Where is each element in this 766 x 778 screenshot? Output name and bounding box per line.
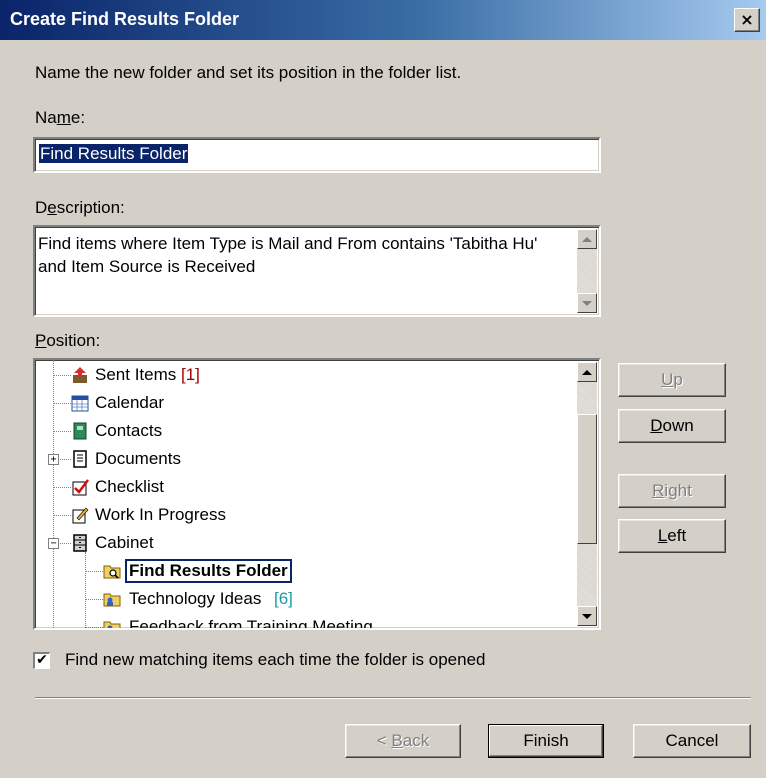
contacts-icon (73, 422, 87, 440)
tree-item-label: Documents (95, 449, 181, 468)
find-results-folder-icon (103, 565, 121, 579)
tree-item-documents[interactable]: + Documents (35, 445, 575, 473)
tree-item-sent-items[interactable]: Sent Items [1] (35, 361, 575, 389)
calendar-icon (71, 395, 89, 412)
name-input[interactable]: Find Results Folder (33, 137, 601, 173)
tree-item-feedback-from-training-meeting[interactable]: Feedback from Training Meeting (35, 613, 575, 630)
scroll-down-arrow-icon (582, 300, 592, 306)
shared-folder-icon (103, 621, 121, 628)
finish-button[interactable]: Finish (488, 724, 604, 758)
dialog-title: Create Find Results Folder (10, 9, 240, 29)
find-new-items-checkbox[interactable]: ✔ (33, 652, 50, 669)
work-in-progress-icon (72, 507, 89, 524)
tree-item-label-selected: Find Results Folder (125, 559, 292, 583)
description-scroll-down-button[interactable] (577, 293, 597, 313)
folder-tree[interactable]: Sent Items [1] Calendar Contacts + Docum… (33, 358, 601, 630)
close-button[interactable]: × (734, 8, 760, 32)
shared-folder-icon (103, 593, 121, 607)
position-label: Position: (35, 331, 101, 350)
tree-item-label: Feedback from Training Meeting (129, 617, 373, 630)
expand-icon[interactable]: + (48, 454, 59, 465)
tree-item-technology-ideas[interactable]: Technology Ideas [6] (35, 585, 575, 613)
move-down-button[interactable]: Down (618, 409, 726, 443)
description-textarea[interactable]: Find items where Item Type is Mail and F… (33, 225, 601, 317)
description-scroll-up-button[interactable] (577, 229, 597, 249)
description-label: Description: (35, 198, 125, 217)
cancel-button[interactable]: Cancel (633, 724, 751, 758)
tree-item-contacts[interactable]: Contacts (35, 417, 575, 445)
tree-scroll-up-button[interactable] (577, 362, 597, 382)
cabinet-icon (73, 534, 87, 552)
instruction-text: Name the new folder and set its position… (35, 63, 462, 82)
tree-item-label: Sent Items (95, 365, 177, 384)
find-new-items-label: Find new matching items each time the fo… (65, 650, 486, 669)
collapse-icon[interactable]: − (48, 538, 59, 549)
tree-item-work-in-progress[interactable]: Work In Progress (35, 501, 575, 529)
tree-item-label: Calendar (95, 393, 164, 412)
unread-count: [1] (181, 365, 200, 384)
folder-tree-scrollbar[interactable] (577, 362, 597, 626)
unread-count: [6] (274, 589, 293, 608)
move-up-button[interactable]: Up (618, 363, 726, 397)
scroll-down-arrow-icon (582, 613, 592, 619)
separator (35, 697, 751, 699)
tree-item-find-results-folder[interactable]: Find Results Folder (35, 557, 575, 585)
tree-scroll-thumb[interactable] (577, 414, 597, 544)
documents-icon (73, 450, 87, 468)
tree-item-label: Work In Progress (95, 505, 227, 524)
tree-item-label: Technology Ideas (129, 589, 262, 608)
scroll-up-arrow-icon (582, 236, 592, 242)
tree-item-label: Contacts (95, 421, 163, 440)
tree-item-label: Cabinet (95, 533, 154, 552)
move-left-button[interactable]: Left (618, 519, 726, 553)
name-input-value: Find Results Folder (39, 144, 189, 163)
tree-item-label: Checklist (95, 477, 164, 496)
title-bar: Create Find Results Folder × (0, 0, 766, 40)
back-button[interactable]: < Back (345, 724, 461, 758)
scroll-up-arrow-icon (582, 369, 592, 375)
tree-item-cabinet[interactable]: − Cabinet (35, 529, 575, 557)
checklist-icon (72, 479, 89, 496)
tree-scroll-down-button[interactable] (577, 606, 597, 626)
description-value: Find items where Item Type is Mail and F… (38, 234, 538, 276)
name-label: Name: (35, 108, 86, 127)
description-scrollbar[interactable] (577, 229, 597, 313)
move-right-button[interactable]: Right (618, 474, 726, 508)
tree-item-calendar[interactable]: Calendar (35, 389, 575, 417)
sent-items-icon (73, 367, 87, 383)
tree-item-checklist[interactable]: Checklist (35, 473, 575, 501)
